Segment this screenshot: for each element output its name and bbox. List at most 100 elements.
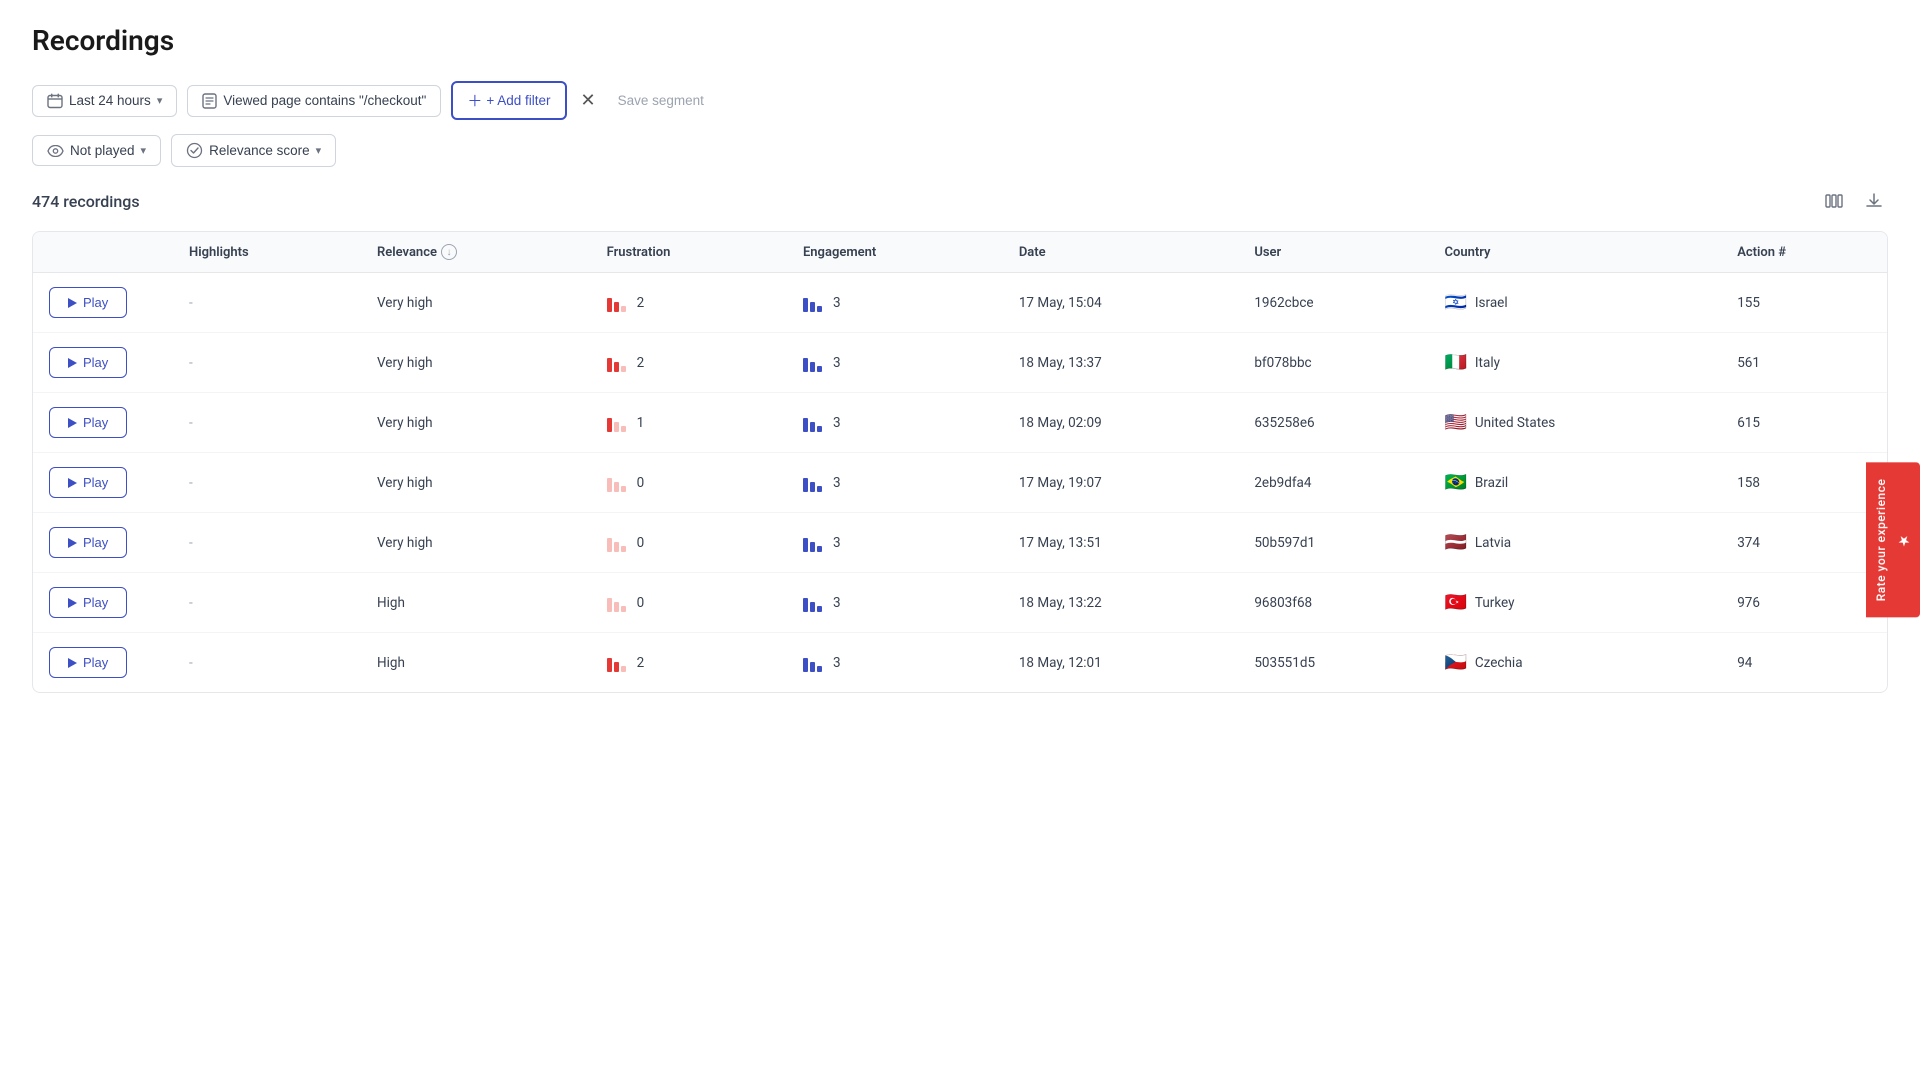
engagement-count: 3 (833, 655, 841, 671)
play-icon (68, 358, 77, 368)
play-label: Play (83, 355, 108, 370)
play-button[interactable]: Play (49, 647, 127, 678)
th-frustration: Frustration (591, 232, 787, 273)
engagement-count: 3 (833, 415, 841, 431)
clear-icon: ✕ (581, 90, 596, 111)
play-label: Play (83, 655, 108, 670)
user-cell: 96803f68 (1238, 573, 1428, 633)
play-cell: Play (33, 393, 173, 453)
page-title: Recordings (32, 24, 1888, 57)
play-cell: Play (33, 453, 173, 513)
date-cell: 18 May, 13:37 (1003, 333, 1239, 393)
columns-icon (1824, 191, 1844, 211)
flag-icon: 🇮🇹 (1444, 354, 1466, 372)
relevance-score-filter[interactable]: Relevance score ▾ (171, 134, 336, 167)
viewed-page-label: Viewed page contains "/checkout" (223, 93, 426, 108)
play-icon (68, 598, 77, 608)
add-filter-label: + Add filter (486, 93, 550, 108)
play-button[interactable]: Play (49, 287, 127, 318)
clear-filters-button[interactable]: ✕ (577, 86, 600, 115)
play-button[interactable]: Play (49, 527, 127, 558)
play-button[interactable]: Play (49, 407, 127, 438)
not-played-filter[interactable]: Not played ▾ (32, 135, 161, 166)
frustration-cell: 0 (591, 573, 787, 633)
eye-icon (47, 145, 64, 157)
frustration-count: 1 (637, 415, 645, 431)
relevance-info-icon[interactable]: ↓ (441, 244, 457, 260)
highlights-cell: - (173, 453, 361, 513)
frustration-cell: 0 (591, 453, 787, 513)
time-range-label: Last 24 hours (69, 93, 151, 108)
country-cell: 🇮🇱 Israel (1428, 273, 1721, 333)
engagement-cell: 3 (787, 273, 1003, 333)
frustration-count: 0 (637, 475, 645, 491)
play-label: Play (83, 595, 108, 610)
play-icon (68, 478, 77, 488)
play-button[interactable]: Play (49, 467, 127, 498)
time-range-filter[interactable]: Last 24 hours ▾ (32, 85, 177, 117)
action-cell: 155 (1721, 273, 1887, 333)
add-filter-button[interactable]: ＋ + Add filter (451, 81, 566, 120)
recordings-table-container: Highlights Relevance ↓ Frustration Engag… (32, 231, 1888, 693)
table-row: Play - Very high 2 3 18 May, 13:37 bf078… (33, 333, 1887, 393)
plus-icon: ＋ (467, 90, 482, 111)
engagement-count: 3 (833, 355, 841, 371)
play-label: Play (83, 415, 108, 430)
viewed-page-filter[interactable]: Viewed page contains "/checkout" (187, 85, 441, 117)
play-cell: Play (33, 513, 173, 573)
play-label: Play (83, 475, 108, 490)
highlights-cell: - (173, 273, 361, 333)
play-cell: Play (33, 273, 173, 333)
rate-experience-label: Rate your experience (1874, 479, 1888, 602)
frustration-cell: 2 (591, 333, 787, 393)
action-cell: 374 (1721, 513, 1887, 573)
frustration-cell: 2 (591, 273, 787, 333)
th-user: User (1238, 232, 1428, 273)
highlights-cell: - (173, 393, 361, 453)
th-action: Action # (1721, 232, 1887, 273)
country-cell: 🇹🇷 Turkey (1428, 573, 1721, 633)
user-cell: 635258e6 (1238, 393, 1428, 453)
recordings-count-label: 474 recordings (32, 192, 140, 211)
th-highlights: Highlights (173, 232, 361, 273)
frustration-count: 2 (637, 655, 645, 671)
play-label: Play (83, 295, 108, 310)
save-segment-button[interactable]: Save segment (610, 89, 712, 112)
download-button[interactable] (1860, 187, 1888, 215)
engagement-cell: 3 (787, 573, 1003, 633)
columns-button[interactable] (1820, 187, 1848, 215)
th-date: Date (1003, 232, 1239, 273)
recordings-table: Highlights Relevance ↓ Frustration Engag… (33, 232, 1887, 692)
table-row: Play - High 0 3 18 May, 13:22 96803f68 🇹… (33, 573, 1887, 633)
country-name: United States (1475, 415, 1555, 431)
rate-experience-sidebar[interactable]: Rate your experience ★ (1866, 463, 1920, 618)
country-cell: 🇧🇷 Brazil (1428, 453, 1721, 513)
filter-bar-row2: Not played ▾ Relevance score ▾ (32, 134, 1888, 167)
frustration-count: 0 (637, 595, 645, 611)
action-cell: 561 (1721, 333, 1887, 393)
rate-star-icon: ★ (1896, 532, 1912, 549)
date-cell: 17 May, 13:51 (1003, 513, 1239, 573)
play-button[interactable]: Play (49, 347, 127, 378)
table-body: Play - Very high 2 3 17 May, 15:04 1962c… (33, 273, 1887, 693)
th-relevance: Relevance ↓ (361, 232, 591, 273)
date-cell: 18 May, 02:09 (1003, 393, 1239, 453)
relevance-cell: Very high (361, 393, 591, 453)
action-cell: 976 (1721, 573, 1887, 633)
play-cell: Play (33, 333, 173, 393)
relevance-cell: High (361, 573, 591, 633)
play-cell: Play (33, 633, 173, 693)
date-cell: 18 May, 13:22 (1003, 573, 1239, 633)
flag-icon: 🇱🇻 (1444, 534, 1466, 552)
play-button[interactable]: Play (49, 587, 127, 618)
engagement-count: 3 (833, 475, 841, 491)
relevance-cell: Very high (361, 333, 591, 393)
relevance-cell: High (361, 633, 591, 693)
country-cell: 🇨🇿 Czechia (1428, 633, 1721, 693)
save-segment-label: Save segment (618, 93, 704, 108)
country-name: Italy (1475, 355, 1500, 371)
download-icon (1864, 191, 1884, 211)
engagement-cell: 3 (787, 513, 1003, 573)
engagement-cell: 3 (787, 633, 1003, 693)
th-country: Country (1428, 232, 1721, 273)
